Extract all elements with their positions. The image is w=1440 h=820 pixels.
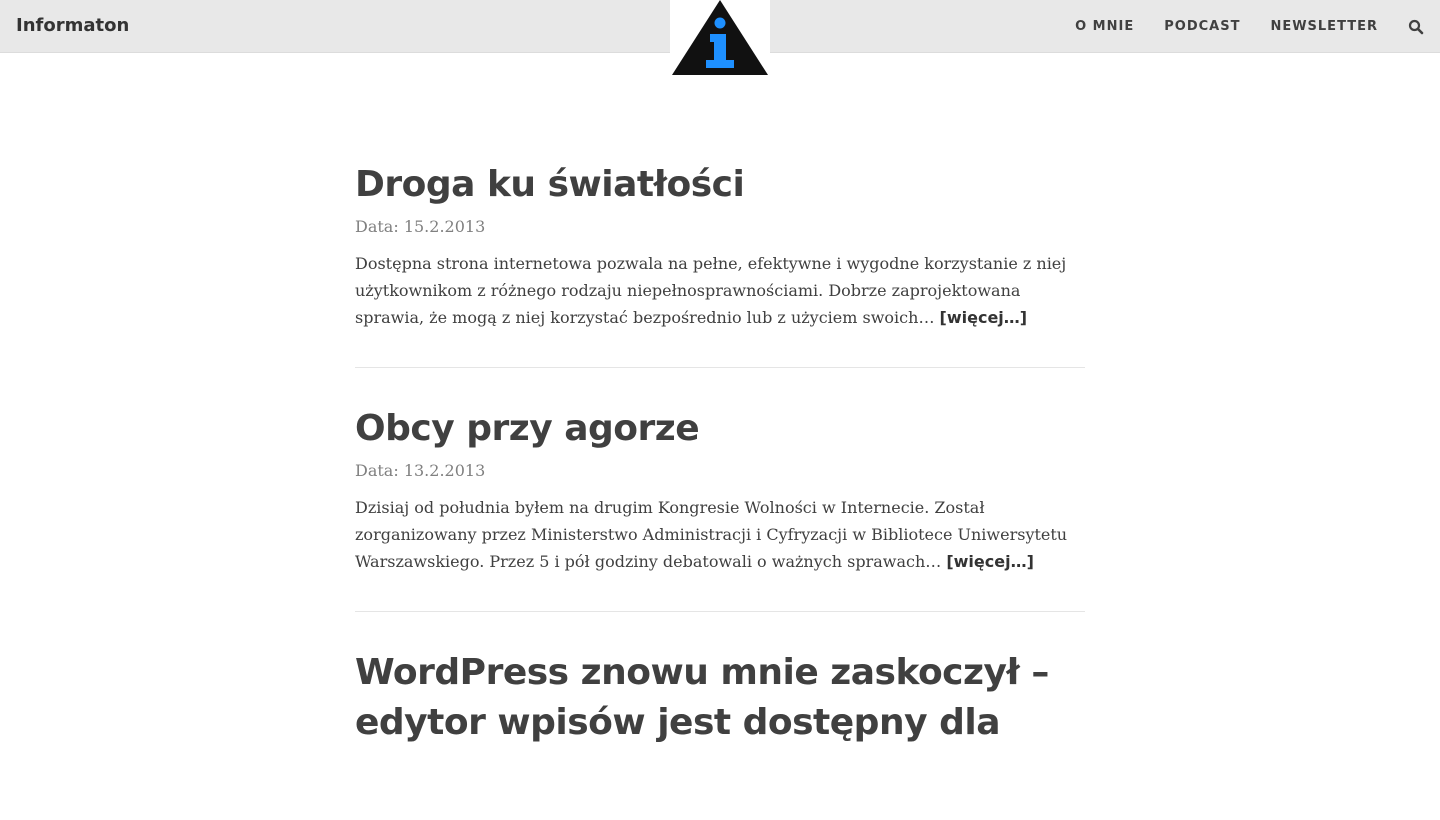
- nav-item-newsletter[interactable]: Newsletter: [1270, 19, 1378, 34]
- read-more-link[interactable]: [więcej…]: [940, 308, 1028, 327]
- read-more-link[interactable]: [więcej…]: [946, 552, 1034, 571]
- post-item: WordPress znowu mnie zaskoczył – edytor …: [355, 648, 1085, 784]
- search-icon[interactable]: [1408, 19, 1424, 35]
- post-date: Data: 13.2.2013: [355, 461, 486, 480]
- post-excerpt: Dzisiaj od południa byłem na drugim Kong…: [355, 494, 1085, 575]
- site-brand-link[interactable]: Informaton: [16, 15, 129, 36]
- nav-item-podcast[interactable]: Podcast: [1164, 19, 1240, 34]
- main-nav: O mnie Podcast Newsletter: [1045, 0, 1424, 53]
- post-list: Droga ku światłości Data: 15.2.2013 Dost…: [355, 160, 1085, 820]
- nav-item-o-mnie[interactable]: O mnie: [1075, 19, 1134, 34]
- info-triangle-icon[interactable]: [670, 0, 770, 76]
- post-title-link[interactable]: WordPress znowu mnie zaskoczył – edytor …: [355, 648, 1085, 748]
- post-item: Droga ku światłości Data: 15.2.2013 Dost…: [355, 160, 1085, 368]
- post-item: Obcy przy agorze Data: 13.2.2013 Dzisiaj…: [355, 404, 1085, 612]
- post-date: Data: 15.2.2013: [355, 217, 486, 236]
- post-title-link[interactable]: Droga ku światłości: [355, 160, 1085, 210]
- top-navbar: Informaton O mnie Podcast Newsletter: [0, 0, 1440, 76]
- post-excerpt: Dostępna strona internetowa pozwala na p…: [355, 250, 1085, 331]
- post-title-link[interactable]: Obcy przy agorze: [355, 404, 1085, 454]
